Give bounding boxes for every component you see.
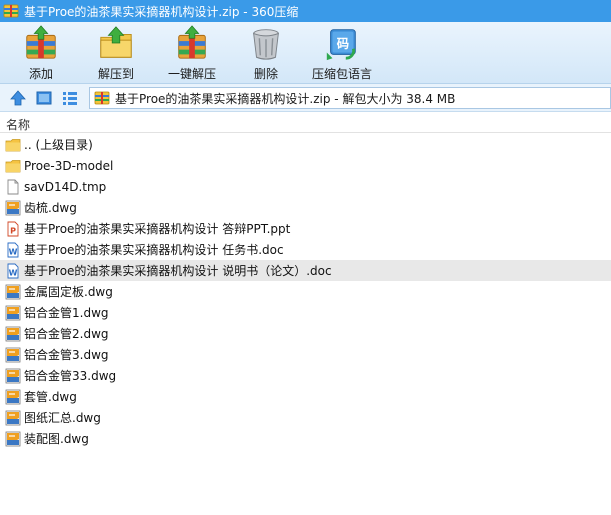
file-row[interactable]: 套管.dwg	[0, 386, 611, 407]
file-row[interactable]: W 基于Proe的油茶果实采摘器机构设计 说明书（论文）.doc	[0, 260, 611, 281]
file-row[interactable]: 铝合金管3.dwg	[0, 344, 611, 365]
file-name: 装配图.dwg	[24, 432, 89, 446]
svg-text:W: W	[9, 247, 18, 256]
file-row[interactable]: 铝合金管1.dwg	[0, 302, 611, 323]
title-bar: 基于Proe的油茶果实采摘器机构设计.zip - 360压缩	[0, 0, 611, 22]
column-header: 名称	[0, 113, 611, 133]
dwg-file-icon	[5, 410, 21, 425]
extract-to-button[interactable]: 解压到	[94, 24, 138, 82]
add-archive-icon	[26, 25, 56, 59]
file-row[interactable]: 铝合金管2.dwg	[0, 323, 611, 344]
one-click-extract-button[interactable]: 一键解压	[164, 24, 220, 82]
file-row[interactable]: W 基于Proe的油茶果实采摘器机构设计 任务书.doc	[0, 239, 611, 260]
add-button-label: 添加	[28, 67, 53, 81]
file-name: Proe-3D-model	[24, 158, 114, 173]
view-large-icon[interactable]	[35, 89, 53, 107]
file-row[interactable]: P 基于Proe的油茶果实采摘器机构设计 答辩PPT.ppt	[0, 218, 611, 239]
file-row[interactable]: 图纸汇总.dwg	[0, 407, 611, 428]
folder-row[interactable]: Proe-3D-model	[0, 155, 611, 176]
file-name: 铝合金管2.dwg	[24, 327, 109, 341]
window-title: 基于Proe的油茶果实采摘器机构设计.zip - 360压缩	[24, 4, 299, 19]
file-name: 基于Proe的油茶果实采摘器机构设计 答辩PPT.ppt	[24, 222, 291, 236]
dwg-file-icon	[5, 284, 21, 299]
file-list: .. (上级目录) Proe-3D-model savD14D.tmp 齿梳.dwg P…	[0, 134, 611, 515]
file-name: .. (上级目录)	[24, 138, 93, 152]
file-row[interactable]: 金属固定板.dwg	[0, 281, 611, 302]
file-row[interactable]: savD14D.tmp	[0, 176, 611, 197]
file-row[interactable]: 铝合金管33.dwg	[0, 365, 611, 386]
file-name: 金属固定板.dwg	[24, 285, 113, 299]
dwg-file-icon	[5, 326, 21, 341]
file-name: 基于Proe的油茶果实采摘器机构设计 说明书（论文）.doc	[24, 264, 332, 278]
one-click-extract-button-label: 一键解压	[167, 67, 216, 81]
file-row[interactable]: 齿梳.dwg	[0, 197, 611, 218]
address-bar: 基于Proe的油茶果实采摘器机构设计.zip - 解包大小为 38.4 MB	[0, 84, 611, 112]
word-doc-icon: W	[7, 242, 19, 257]
extract-to-button-label: 解压到	[97, 67, 134, 81]
word-doc-icon: W	[7, 263, 19, 278]
trash-icon	[253, 29, 279, 60]
delete-button[interactable]: 删除	[246, 24, 286, 82]
dwg-file-icon	[5, 305, 21, 320]
file-name: 基于Proe的油茶果实采摘器机构设计 任务书.doc	[24, 243, 284, 257]
archive-app-icon	[3, 4, 19, 18]
file-name: 套管.dwg	[24, 390, 77, 404]
column-name-header[interactable]: 名称	[6, 116, 30, 133]
file-name: 铝合金管1.dwg	[24, 306, 109, 320]
dwg-file-icon	[5, 389, 21, 404]
add-button[interactable]: 添加	[20, 24, 62, 82]
folder-row[interactable]: .. (上级目录)	[0, 134, 611, 155]
dwg-file-icon	[5, 347, 21, 362]
file-name: savD14D.tmp	[24, 179, 107, 194]
archive-language-button[interactable]: 码 压缩包语言	[310, 24, 374, 82]
folder-icon	[5, 138, 21, 151]
dwg-file-icon	[5, 431, 21, 446]
svg-text:W: W	[9, 268, 18, 277]
powerpoint-file-icon: P	[7, 221, 19, 236]
svg-text:P: P	[10, 226, 16, 235]
address-field[interactable]: 基于Proe的油茶果实采摘器机构设计.zip - 解包大小为 38.4 MB	[89, 87, 611, 109]
file-row[interactable]: 装配图.dwg	[0, 428, 611, 449]
one-click-extract-icon	[178, 25, 206, 59]
folder-icon	[5, 159, 21, 172]
file-name: 铝合金管3.dwg	[24, 348, 109, 362]
up-arrow-icon[interactable]	[9, 89, 27, 107]
file-name: 铝合金管33.dwg	[24, 369, 117, 383]
dwg-file-icon	[5, 200, 21, 215]
archive-language-icon: 码	[326, 29, 356, 61]
file-icon	[7, 179, 19, 194]
toolbar: 添加 解压到 一键解压 删除 码 压缩包语言	[0, 22, 611, 84]
file-name: 齿梳.dwg	[24, 201, 77, 215]
svg-text:码: 码	[337, 37, 349, 51]
address-text: 基于Proe的油茶果实采摘器机构设计.zip - 解包大小为 38.4 MB	[115, 91, 456, 106]
view-list-icon[interactable]	[61, 89, 79, 107]
archive-language-button-label: 压缩包语言	[311, 67, 372, 81]
extract-to-icon	[100, 26, 132, 58]
file-name: 图纸汇总.dwg	[24, 411, 101, 425]
delete-button-label: 删除	[253, 67, 278, 81]
archive-icon	[94, 91, 110, 105]
dwg-file-icon	[5, 368, 21, 383]
